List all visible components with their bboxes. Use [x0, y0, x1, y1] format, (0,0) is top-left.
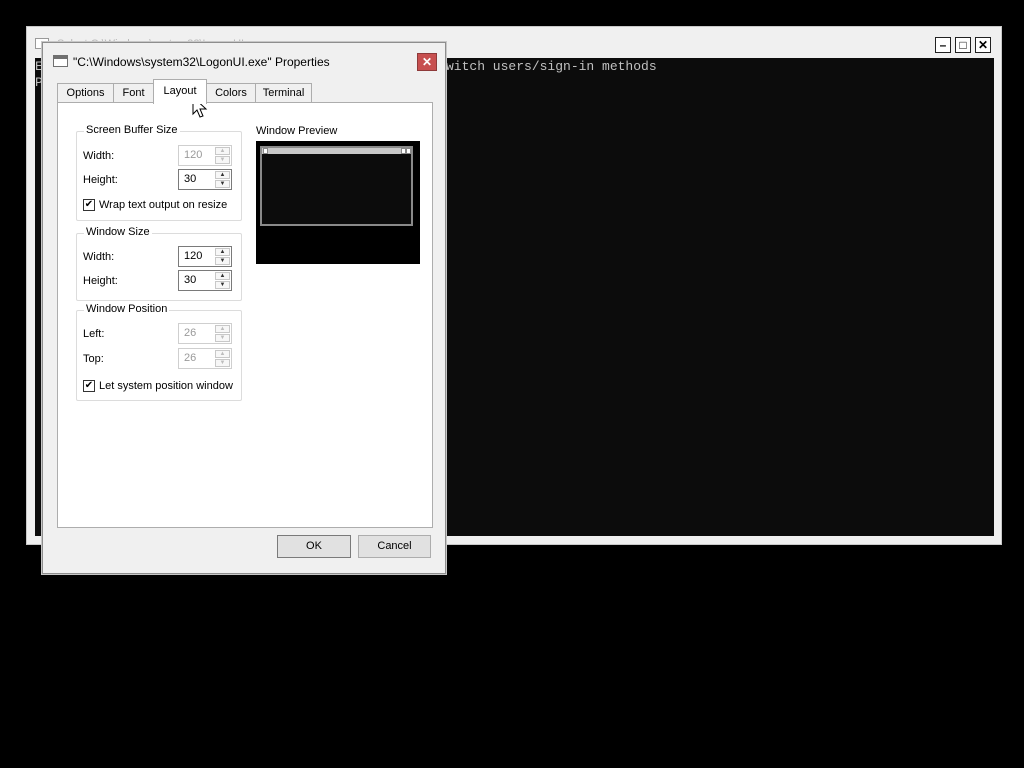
buffer-height-value: 30 — [184, 173, 197, 185]
preview-window — [260, 146, 413, 226]
wrap-text-checkbox[interactable]: ✔ Wrap text output on resize — [83, 199, 227, 211]
buffer-width-label: Width: — [83, 150, 115, 162]
tab-terminal[interactable]: Terminal — [255, 83, 312, 103]
window-position-legend: Window Position — [84, 303, 170, 315]
spin-down-icon[interactable]: ▼ — [215, 180, 230, 188]
minimize-button[interactable]: – — [935, 37, 951, 53]
position-left-label: Left: — [83, 328, 105, 340]
checkmark-icon: ✔ — [83, 380, 95, 392]
checkmark-icon: ✔ — [83, 199, 95, 211]
position-left-value: 26 — [184, 327, 197, 339]
console-close-button[interactable]: ✕ — [975, 37, 991, 53]
spin-down-icon[interactable]: ▼ — [215, 257, 230, 265]
tab-font[interactable]: Font — [113, 83, 154, 103]
window-width-spinner[interactable]: 120 ▲ ▼ — [178, 246, 232, 267]
properties-dialog[interactable]: "C:\Windows\system32\LogonUI.exe" Proper… — [42, 42, 446, 574]
dialog-title: "C:\Windows\system32\LogonUI.exe" Proper… — [73, 55, 330, 69]
cancel-button[interactable]: Cancel — [358, 535, 431, 558]
window-position-group: Window Position Left: 26 ▲ ▼ Top: 26 ▲ ▼… — [76, 303, 242, 401]
screen-buffer-legend: Screen Buffer Size — [84, 124, 180, 136]
spin-up-icon[interactable]: ▲ — [215, 325, 230, 333]
window-size-legend: Window Size — [84, 226, 152, 238]
spin-down-icon[interactable]: ▼ — [215, 156, 230, 164]
window-height-value: 30 — [184, 274, 197, 286]
dialog-close-button[interactable]: ✕ — [417, 53, 437, 71]
wrap-text-label: Wrap text output on resize — [99, 199, 228, 211]
console-window-icon — [53, 55, 68, 67]
tab-options[interactable]: Options — [57, 83, 114, 103]
spin-up-icon[interactable]: ▲ — [215, 248, 230, 256]
screen-buffer-group: Screen Buffer Size Width: 120 ▲ ▼ Height… — [76, 124, 242, 221]
position-top-label: Top: — [83, 353, 104, 365]
window-width-label: Width: — [83, 251, 115, 263]
spin-down-icon[interactable]: ▼ — [215, 334, 230, 342]
window-height-label: Height: — [83, 275, 118, 287]
position-top-value: 26 — [184, 352, 197, 364]
console-text: witch users/sign-in methods — [446, 59, 657, 74]
tab-layout[interactable]: Layout — [153, 79, 207, 104]
window-preview-label: Window Preview — [256, 125, 338, 137]
spin-down-icon[interactable]: ▼ — [215, 281, 230, 289]
preview-icon — [263, 148, 268, 154]
window-height-spinner[interactable]: 30 ▲ ▼ — [178, 270, 232, 291]
buffer-width-spinner[interactable]: 120 ▲ ▼ — [178, 145, 232, 166]
window-width-value: 120 — [184, 250, 203, 262]
ok-button[interactable]: OK — [277, 535, 351, 558]
spin-up-icon[interactable]: ▲ — [215, 272, 230, 280]
tab-colors[interactable]: Colors — [206, 83, 256, 103]
position-left-spinner[interactable]: 26 ▲ ▼ — [178, 323, 232, 344]
maximize-button[interactable]: □ — [955, 37, 971, 53]
buffer-height-label: Height: — [83, 174, 118, 186]
window-preview — [256, 141, 420, 264]
spin-up-icon[interactable]: ▲ — [215, 147, 230, 155]
spin-up-icon[interactable]: ▲ — [215, 350, 230, 358]
buffer-height-spinner[interactable]: 30 ▲ ▼ — [178, 169, 232, 190]
window-size-group: Window Size Width: 120 ▲ ▼ Height: 30 ▲ … — [76, 226, 242, 301]
preview-close-icon — [406, 148, 411, 154]
layout-panel: Screen Buffer Size Width: 120 ▲ ▼ Height… — [57, 102, 433, 528]
spin-up-icon[interactable]: ▲ — [215, 171, 230, 179]
let-system-position-label: Let system position window — [99, 380, 233, 392]
preview-titlebar — [262, 148, 411, 154]
buffer-width-value: 120 — [184, 149, 203, 161]
let-system-position-checkbox[interactable]: ✔ Let system position window — [83, 380, 233, 392]
position-top-spinner[interactable]: 26 ▲ ▼ — [178, 348, 232, 369]
spin-down-icon[interactable]: ▼ — [215, 359, 230, 367]
